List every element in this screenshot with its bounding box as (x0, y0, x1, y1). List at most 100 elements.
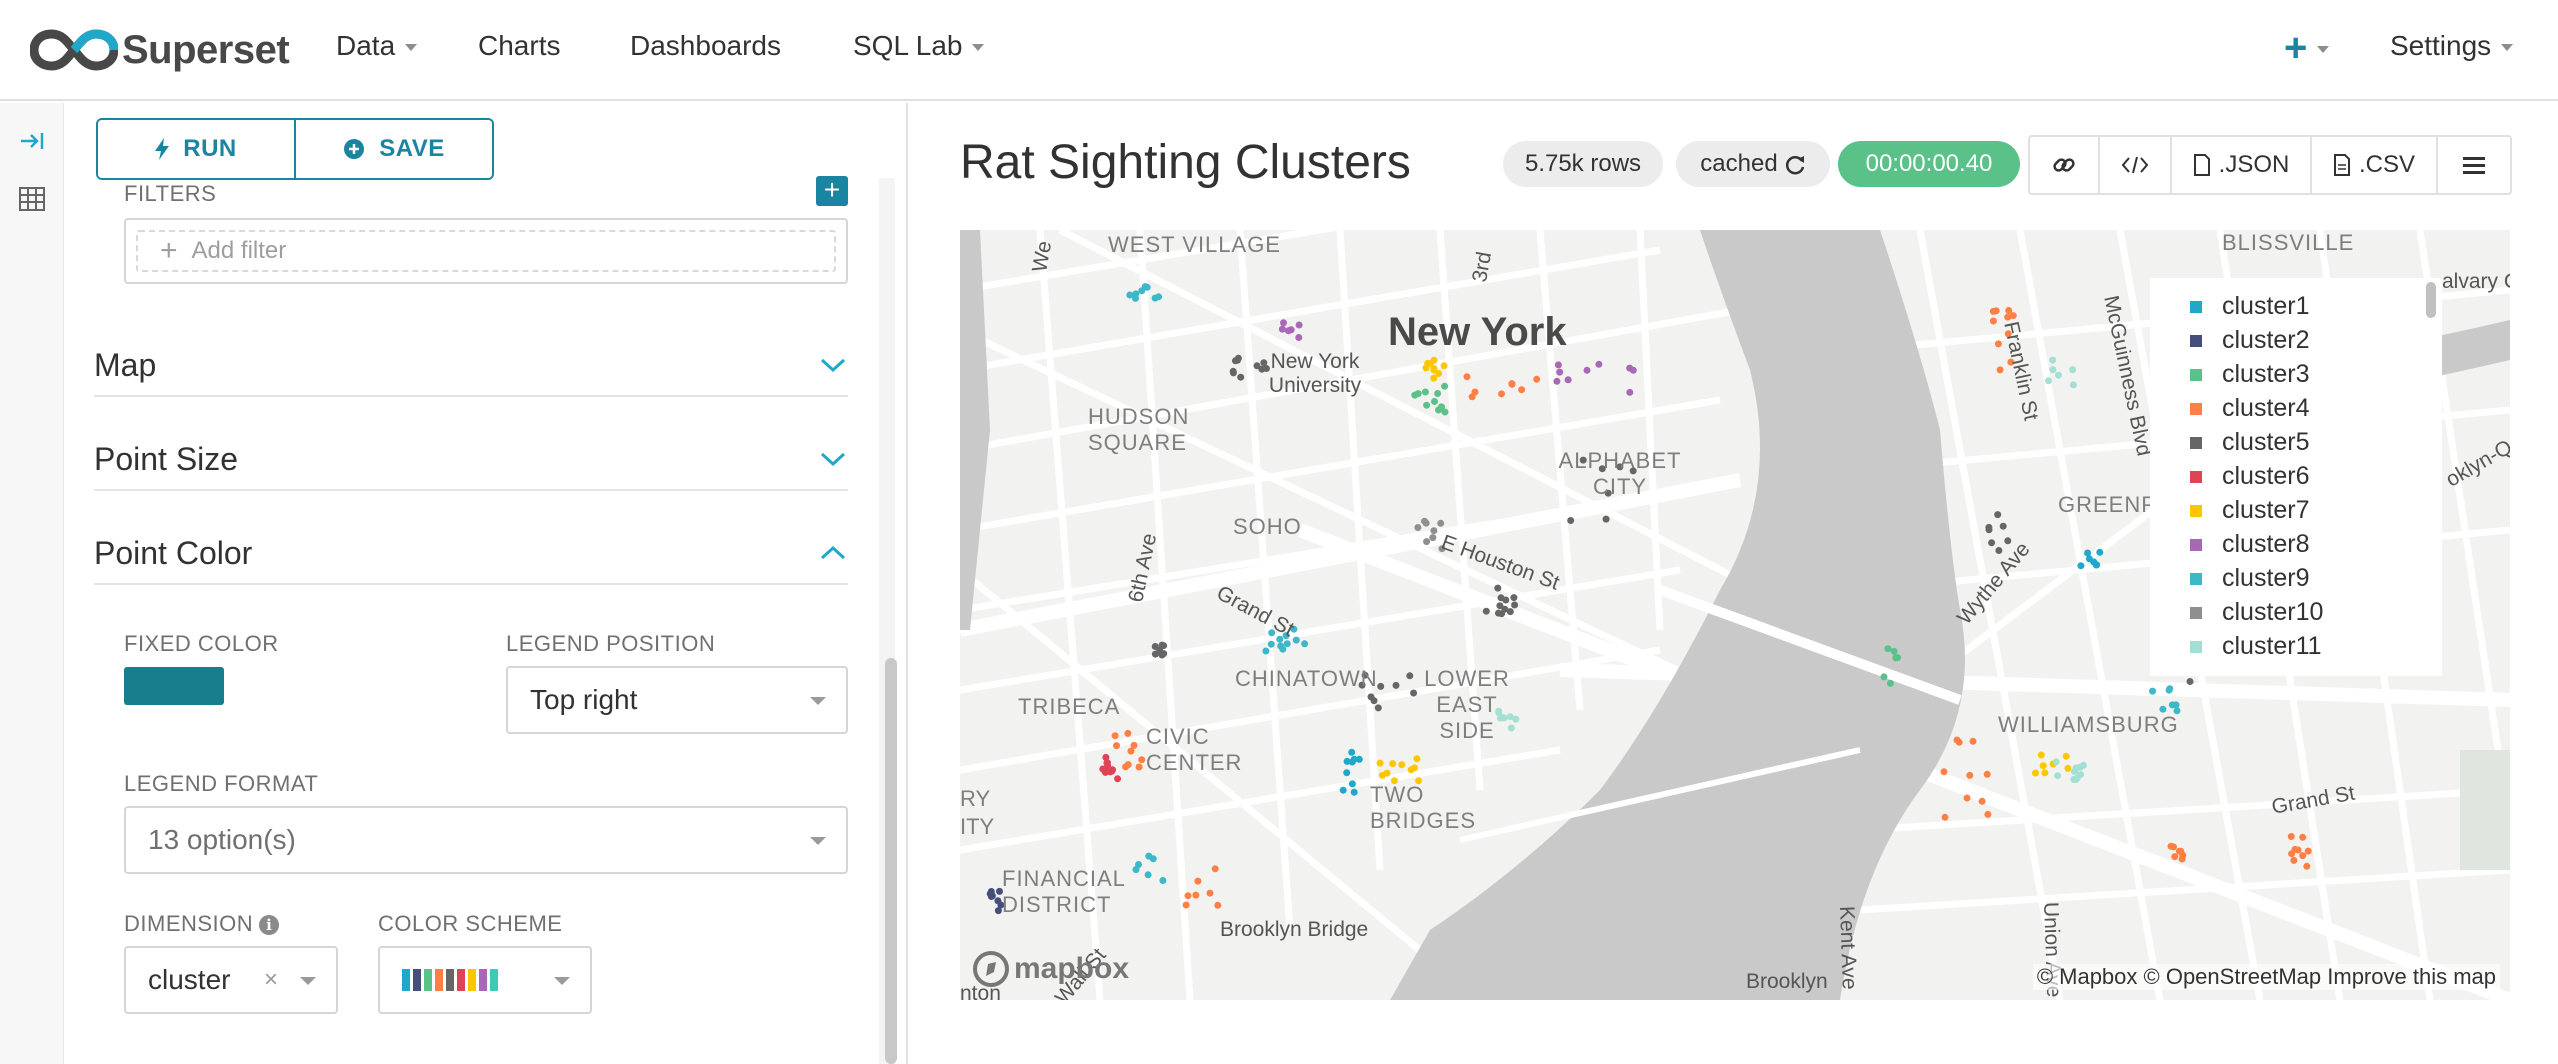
rat-sighting-point (2149, 687, 2156, 695)
csv-label: .CSV (2358, 151, 2415, 178)
cached-badge[interactable]: cached (1676, 141, 1830, 187)
rat-sighting-point (2070, 776, 2078, 783)
neighborhood-label: CIVIC CENTER (1146, 724, 1243, 775)
nav-data-label: Data (336, 30, 396, 61)
plus-icon: + (2284, 26, 2308, 70)
color-scheme-select[interactable] (378, 946, 592, 1014)
street-label: Brooklyn Bridge (1220, 918, 1369, 941)
rat-sighting-point (1626, 364, 1634, 372)
legend-item[interactable]: cluster8 (2190, 530, 2310, 559)
link-button[interactable] (2030, 137, 2100, 193)
control-panel: RUN SAVE FILTERS + + Add filter Map Poin… (64, 103, 908, 1064)
export-json-button[interactable]: .JSON (2172, 137, 2312, 193)
rat-sighting-point (1103, 759, 1111, 767)
section-point-size[interactable]: Point Size (94, 429, 848, 491)
rat-sighting-point (1192, 891, 1200, 899)
rat-sighting-point (1138, 287, 1146, 295)
street-label: RY (960, 786, 991, 811)
rat-sighting-point (1941, 813, 1949, 821)
legend-scrollbar[interactable] (2426, 282, 2436, 318)
run-button[interactable]: RUN (98, 120, 294, 178)
nav-dashboards-link[interactable]: Dashboards (630, 30, 781, 62)
legend-format-label: LEGEND FORMAT (124, 771, 319, 796)
rat-sighting-point (2096, 548, 2104, 556)
info-icon[interactable]: i (259, 915, 280, 935)
legend-item[interactable]: cluster4 (2190, 394, 2310, 423)
chevron-down-icon (2317, 45, 2330, 53)
rat-sighting-point (1184, 892, 1192, 900)
rat-sighting-point (2084, 549, 2092, 557)
rat-sighting-point (1471, 388, 1479, 396)
legend-label: cluster9 (2222, 564, 2310, 592)
more-options-button[interactable] (2438, 137, 2510, 193)
dimension-select[interactable]: cluster × (124, 946, 338, 1014)
legend-position-select[interactable]: Top right (506, 666, 848, 734)
settings-menu[interactable]: Settings (2390, 30, 2514, 62)
fixed-color-picker[interactable] (124, 667, 224, 705)
rat-sighting-point (1280, 319, 1287, 327)
dimension-label: DIMENSION (124, 911, 254, 936)
rat-sighting-point (1278, 325, 1286, 333)
legend-item[interactable]: cluster3 (2190, 360, 2310, 389)
rat-sighting-point (2069, 381, 2077, 389)
clear-icon[interactable]: × (264, 966, 278, 994)
panel-scrollbar[interactable] (885, 658, 897, 1064)
map-canvas[interactable]: New York WEST VILLAGE HUDSON SQUARE SOHO… (960, 230, 2510, 1000)
embed-code-button[interactable] (2100, 137, 2172, 193)
rat-sighting-point (2186, 678, 2194, 685)
legend-format-select[interactable]: 13 option(s) (124, 806, 848, 874)
superset-logo[interactable]: Superset (30, 26, 290, 74)
section-point-color[interactable]: Point Color (94, 523, 848, 585)
rat-sighting-point (2039, 762, 2047, 770)
rat-sighting-point (1429, 534, 1437, 542)
legend-item[interactable]: cluster6 (2190, 462, 2310, 491)
dimension-value: cluster (148, 964, 231, 995)
rat-sighting-point (1411, 764, 1418, 772)
legend-item[interactable]: cluster10 (2190, 598, 2323, 627)
hamburger-menu-icon (2463, 157, 2485, 174)
legend-item[interactable]: cluster1 (2190, 292, 2310, 321)
rat-sighting-point (1392, 681, 1400, 689)
rat-sighting-point (1595, 360, 1603, 368)
legend-item[interactable]: cluster2 (2190, 326, 2310, 355)
mapbox-logo[interactable]: mapbox (972, 950, 1129, 988)
legend-label: cluster1 (2222, 292, 2310, 320)
legend-swatch (2190, 470, 2202, 483)
save-button[interactable]: SAVE (294, 120, 492, 178)
new-item-menu[interactable]: + (2284, 26, 2330, 70)
nav-charts-label: Charts (478, 30, 561, 61)
legend-position-label: LEGEND POSITION (506, 631, 716, 656)
rat-sighting-point (1438, 403, 1445, 411)
add-filter-button[interactable]: + Add filter (136, 230, 836, 272)
rat-sighting-point (2005, 307, 2013, 314)
nav-charts-link[interactable]: Charts (478, 30, 560, 62)
table-icon[interactable] (16, 183, 48, 215)
lightning-icon (155, 138, 170, 160)
color-scheme-swatch (446, 969, 454, 991)
chart-title[interactable]: Rat Sighting Clusters (960, 135, 1411, 190)
rat-sighting-point (1284, 327, 1292, 335)
rat-sighting-point (1434, 390, 1442, 397)
legend-item[interactable]: cluster5 (2190, 428, 2310, 457)
run-save-button-group: RUN SAVE (96, 118, 494, 180)
nav-data-menu[interactable]: Data (336, 30, 418, 62)
nav-sql-lab-menu[interactable]: SQL Lab (853, 30, 985, 62)
chevron-down-icon (820, 358, 846, 373)
neighborhood-label: SOHO (1233, 514, 1302, 539)
rat-sighting-point (1414, 524, 1422, 531)
rat-sighting-point (2037, 751, 2045, 759)
export-csv-button[interactable]: .CSV (2312, 137, 2438, 193)
legend-item[interactable]: cluster11 (2190, 632, 2322, 661)
map-attribution[interactable]: © Mapbox © OpenStreetMap Improve this ma… (2032, 964, 2500, 990)
expand-panel-icon[interactable] (16, 125, 48, 157)
legend-swatch (2190, 606, 2202, 619)
legend-item[interactable]: cluster7 (2190, 496, 2310, 525)
rat-sighting-point (2304, 847, 2312, 855)
legend-item[interactable]: cluster9 (2190, 564, 2310, 593)
rat-sighting-point (1234, 354, 1242, 362)
section-map[interactable]: Map (94, 335, 848, 397)
superset-infinity-icon (30, 29, 118, 71)
link-icon (2053, 158, 2075, 172)
add-filter-plus-button[interactable]: + (816, 176, 848, 206)
rat-sighting-point (1158, 641, 1166, 649)
